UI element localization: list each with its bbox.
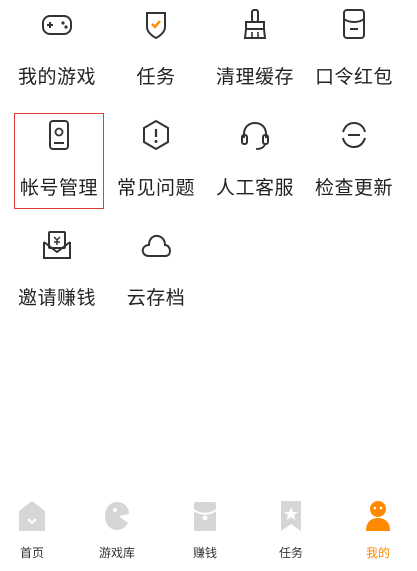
faq-hexagon-icon [143, 119, 169, 151]
menu-item-label: 邀请赚钱 [17, 287, 96, 309]
tab-label: 游戏库 [98, 546, 135, 560]
tab-home[interactable]: 首页 [0, 498, 67, 568]
highlight-box [14, 113, 104, 209]
menu-item-invite-earn[interactable]: 邀请赚钱 [7, 223, 107, 323]
menu-item-label: 口令红包 [314, 66, 393, 88]
cloud-icon [141, 234, 172, 257]
menu-item-label: 检查更新 [314, 177, 393, 199]
tab-game-library[interactable]: 游戏库 [82, 498, 152, 568]
game-library-icon [105, 502, 129, 530]
menu-item-label: 我的游戏 [17, 66, 96, 88]
invite-envelope-icon [43, 231, 71, 259]
home-icon [19, 501, 45, 531]
menu-item-clear-cache[interactable]: 清理缓存 [205, 2, 305, 102]
tab-me[interactable]: 我的 [343, 498, 413, 568]
menu-item-red-packet[interactable]: 口令红包 [304, 2, 404, 102]
tab-tasks[interactable]: 任务 [256, 498, 326, 568]
tab-label: 首页 [19, 546, 44, 560]
brush-icon [243, 9, 267, 39]
tab-label: 我的 [365, 546, 390, 560]
headset-icon [241, 121, 269, 150]
bottom-tab-bar: 首页 游戏库 赚钱 任务 我的 [0, 488, 417, 571]
menu-item-label: 人工客服 [215, 177, 294, 199]
earn-icon [193, 502, 217, 531]
menu-item-my-games[interactable]: 我的游戏 [7, 2, 107, 102]
task-shield-icon [146, 12, 166, 40]
tab-earn[interactable]: 赚钱 [170, 498, 240, 568]
menu-item-label: 清理缓存 [215, 66, 294, 88]
gamepad-icon [42, 15, 72, 35]
menu-item-faq[interactable]: 常见问题 [106, 113, 206, 213]
tab-label: 赚钱 [192, 546, 217, 560]
tab-label: 任务 [278, 546, 303, 560]
menu-item-check-update[interactable]: 检查更新 [304, 113, 404, 213]
red-packet-icon [343, 9, 365, 39]
profile-icon [366, 501, 390, 531]
menu-item-label: 任务 [136, 66, 176, 88]
menu-item-label: 云存档 [126, 287, 186, 309]
menu-item-label: 常见问题 [116, 177, 195, 199]
menu-item-tasks[interactable]: 任务 [106, 2, 206, 102]
refresh-icon [342, 121, 366, 149]
task-bookmark-icon [281, 501, 301, 531]
menu-item-cloud-save[interactable]: 云存档 [106, 223, 206, 323]
menu-item-customer-service[interactable]: 人工客服 [205, 113, 305, 213]
